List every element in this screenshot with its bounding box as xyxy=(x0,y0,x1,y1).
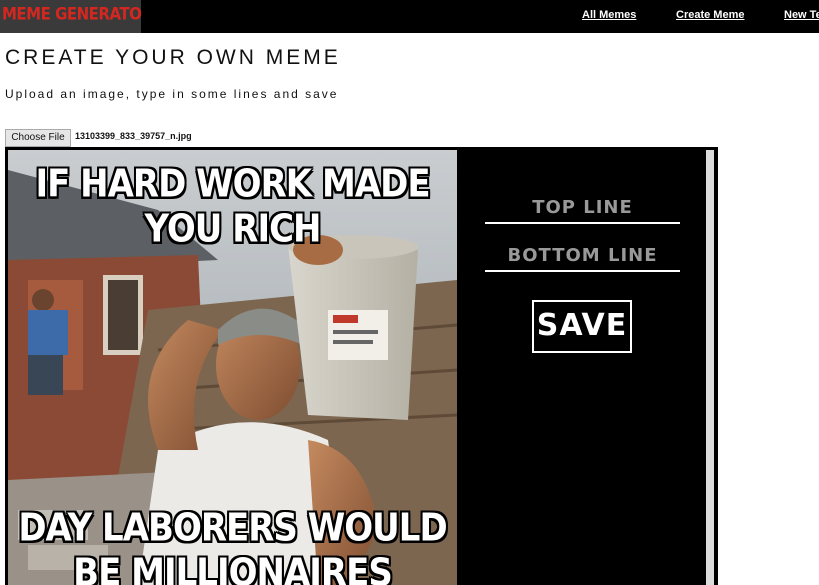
meme-bottom-text: DAY LABORERS WOULD BE MILLIONAIRES xyxy=(18,506,447,585)
editor-scrollbar[interactable] xyxy=(706,150,714,585)
top-line-input[interactable]: TOP LINE xyxy=(485,194,680,224)
page-subtitle: Upload an image, type in some lines and … xyxy=(5,87,339,101)
save-button[interactable]: SAVE xyxy=(532,300,632,353)
page-title: CREATE YOUR OWN MEME xyxy=(5,46,341,69)
top-nav: MEME GENERATOR All Memes Create Meme New… xyxy=(0,0,819,33)
bottom-line-input[interactable]: BOTTOM LINE xyxy=(485,242,680,272)
choose-file-button[interactable]: Choose File xyxy=(5,129,71,147)
meme-editor: IF HARD WORK MADE YOU RICH DAY LABORERS … xyxy=(5,147,718,585)
meme-preview: IF HARD WORK MADE YOU RICH DAY LABORERS … xyxy=(8,150,457,585)
meme-top-text: IF HARD WORK MADE YOU RICH xyxy=(35,162,430,252)
nav-link-create-meme[interactable]: Create Meme xyxy=(676,9,744,21)
site-logo[interactable]: MEME GENERATOR xyxy=(0,0,141,33)
selected-file-name: 13103399_833_39757_n.jpg xyxy=(75,131,192,141)
nav-link-new-templates[interactable]: New Te xyxy=(784,9,819,21)
nav-link-all-memes[interactable]: All Memes xyxy=(582,9,636,21)
